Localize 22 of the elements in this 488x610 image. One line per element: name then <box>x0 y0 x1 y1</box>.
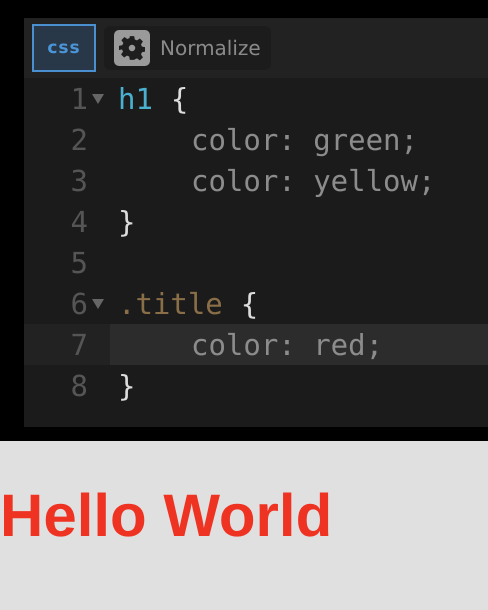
language-badge: css <box>32 24 96 72</box>
selector-text: h1 <box>118 82 153 116</box>
line-number: 6 <box>70 286 88 320</box>
line-number: 2 <box>70 122 88 156</box>
brace-text: } <box>118 368 136 402</box>
fold-arrow-icon[interactable] <box>92 94 104 104</box>
settings-button[interactable]: Normalize <box>104 26 271 70</box>
declaration-text: color: yellow; <box>191 164 436 198</box>
fold-arrow-icon[interactable] <box>92 298 104 308</box>
brace-text: { <box>240 286 258 320</box>
line-number: 4 <box>70 204 88 238</box>
line-number: 8 <box>70 368 88 402</box>
declaration-text: color: green; <box>191 122 418 156</box>
line-number: 1 <box>70 82 88 116</box>
page-heading: Hello World <box>0 481 332 550</box>
selector-text: .title <box>118 286 223 320</box>
line-number: 3 <box>70 164 88 198</box>
brace-text: } <box>118 204 136 238</box>
brace-text: { <box>170 82 188 116</box>
line-number: 5 <box>70 246 88 280</box>
declaration-text: color: red; <box>191 328 384 362</box>
settings-icon <box>114 30 150 66</box>
